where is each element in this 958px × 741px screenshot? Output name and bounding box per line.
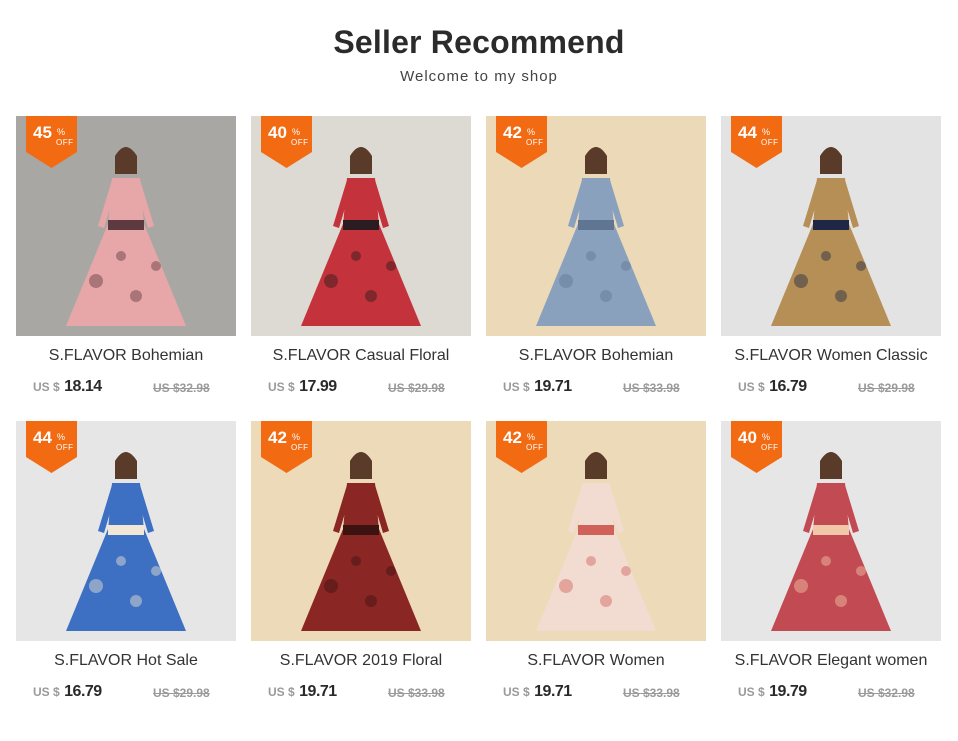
product-image[interactable]: 40% OFF (251, 116, 471, 336)
currency-label: US $ (738, 380, 765, 394)
price-value: 19.71 (534, 378, 572, 395)
discount-percent: % (527, 127, 536, 137)
discount-off-label: OFF (291, 138, 309, 147)
discount-off-label: OFF (526, 443, 544, 452)
currency-label: US $ (33, 380, 60, 394)
price-value: 16.79 (64, 683, 102, 700)
discount-percent: % (527, 432, 536, 442)
discount-value: 42 (268, 428, 287, 447)
product-image[interactable]: 40% OFF (721, 421, 941, 641)
discount-badge: 42% OFF (496, 421, 547, 473)
sale-price: US $ 19.71 (503, 683, 572, 701)
currency-label: US $ (268, 380, 295, 394)
product-card[interactable]: 42% OFF S.FLAVOR Women US $ 19.71 US $33.98 (486, 421, 706, 721)
currency-label: US $ (33, 685, 60, 699)
price-value: 16.79 (769, 378, 807, 395)
discount-badge: 42% OFF (496, 116, 547, 168)
discount-percent: % (762, 127, 771, 137)
product-image[interactable]: 44% OFF (16, 421, 236, 641)
sale-price: US $ 18.14 (33, 378, 102, 396)
product-card[interactable]: 44% OFF S.FLAVOR Hot Sale US $ 16.79 US $29.… (16, 421, 236, 721)
discount-badge: 40% OFF (731, 421, 782, 473)
discount-value: 45 (33, 123, 52, 142)
price-value: 19.71 (299, 683, 337, 700)
discount-percent: % (57, 127, 66, 137)
product-card[interactable]: 44% OFF S.FLAVOR Women Classic US $ 16.79 US… (721, 116, 941, 416)
discount-badge: 44% OFF (26, 421, 77, 473)
product-image[interactable]: 42% OFF (486, 421, 706, 641)
section-title: Seller Recommend (333, 24, 625, 60)
discount-value: 44 (33, 428, 52, 447)
original-price: US $29.98 (858, 381, 915, 395)
discount-badge: 42% OFF (261, 421, 312, 473)
discount-off-label: OFF (56, 138, 74, 147)
product-card[interactable]: 42% OFF S.FLAVOR Bohemian US $ 19.71 US $33.… (486, 116, 706, 416)
discount-value: 40 (738, 428, 757, 447)
discount-percent: % (292, 127, 301, 137)
product-image[interactable]: 42% OFF (486, 116, 706, 336)
original-price: US $33.98 (388, 686, 445, 700)
section-subtitle: Welcome to my shop (400, 68, 558, 85)
product-name[interactable]: S.FLAVOR Women Classic (721, 347, 941, 365)
product-image[interactable]: 42% OFF (251, 421, 471, 641)
original-price: US $33.98 (623, 686, 680, 700)
discount-value: 44 (738, 123, 757, 142)
currency-label: US $ (503, 380, 530, 394)
sale-price: US $ 16.79 (33, 683, 102, 701)
discount-percent: % (762, 432, 771, 442)
discount-off-label: OFF (761, 138, 779, 147)
price-value: 17.99 (299, 378, 337, 395)
original-price: US $29.98 (388, 381, 445, 395)
currency-label: US $ (503, 685, 530, 699)
discount-badge: 45% OFF (26, 116, 77, 168)
product-card[interactable]: 42% OFF S.FLAVOR 2019 Floral US $ 19.71 US $… (251, 421, 471, 721)
price-value: 19.71 (534, 683, 572, 700)
product-card[interactable]: 40% OFF S.FLAVOR Casual Floral US $ 17.99 US… (251, 116, 471, 416)
product-name[interactable]: S.FLAVOR Bohemian (486, 347, 706, 365)
product-card[interactable]: 40% OFF S.FLAVOR Elegant women US $ 19.79 US… (721, 421, 941, 721)
original-price: US $32.98 (858, 686, 915, 700)
sale-price: US $ 16.79 (738, 378, 807, 396)
product-name[interactable]: S.FLAVOR Hot Sale (16, 652, 236, 670)
discount-value: 42 (503, 123, 522, 142)
product-image[interactable]: 44% OFF (721, 116, 941, 336)
product-name[interactable]: S.FLAVOR 2019 Floral (251, 652, 471, 670)
discount-off-label: OFF (761, 443, 779, 452)
original-price: US $33.98 (623, 381, 680, 395)
product-card[interactable]: 45% OFF S.FLAVOR Bohemian US $ 18.14 US $32.… (16, 116, 236, 416)
product-image[interactable]: 45% OFF (16, 116, 236, 336)
sale-price: US $ 19.79 (738, 683, 807, 701)
sale-price: US $ 19.71 (268, 683, 337, 701)
product-name[interactable]: S.FLAVOR Casual Floral (251, 347, 471, 365)
currency-label: US $ (268, 685, 295, 699)
price-value: 18.14 (64, 378, 102, 395)
discount-value: 40 (268, 123, 287, 142)
original-price: US $29.98 (153, 686, 210, 700)
price-value: 19.79 (769, 683, 807, 700)
original-price: US $32.98 (153, 381, 210, 395)
discount-off-label: OFF (291, 443, 309, 452)
sale-price: US $ 17.99 (268, 378, 337, 396)
discount-off-label: OFF (56, 443, 74, 452)
discount-badge: 44% OFF (731, 116, 782, 168)
discount-badge: 40% OFF (261, 116, 312, 168)
product-name[interactable]: S.FLAVOR Women (486, 652, 706, 670)
sale-price: US $ 19.71 (503, 378, 572, 396)
product-name[interactable]: S.FLAVOR Bohemian (16, 347, 236, 365)
discount-off-label: OFF (526, 138, 544, 147)
discount-value: 42 (503, 428, 522, 447)
discount-percent: % (57, 432, 66, 442)
discount-percent: % (292, 432, 301, 442)
currency-label: US $ (738, 685, 765, 699)
product-name[interactable]: S.FLAVOR Elegant women (721, 652, 941, 670)
